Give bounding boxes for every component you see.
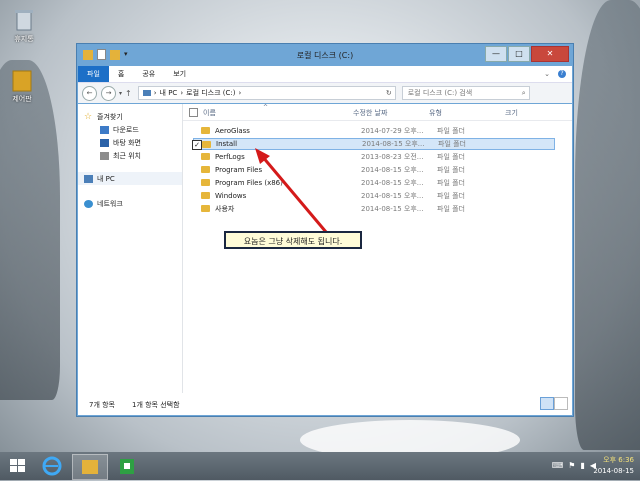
action-center-icon[interactable]: ⚑ bbox=[568, 461, 575, 470]
annotation-callout: 요놈은 그냥 삭제해도 됩니다. bbox=[224, 231, 362, 249]
keyboard-icon[interactable]: ⌨ bbox=[552, 461, 564, 470]
clock[interactable]: 오후 6:36 2014-08-15 bbox=[593, 455, 634, 477]
store-button[interactable] bbox=[110, 454, 144, 478]
network-icon[interactable]: ▮ bbox=[580, 461, 584, 470]
system-tray: ⌨ ⚑ ▮ ◀ bbox=[552, 461, 596, 470]
clock-date: 2014-08-15 bbox=[593, 467, 634, 475]
clock-time: 오후 6:36 bbox=[603, 456, 634, 464]
start-button[interactable] bbox=[2, 454, 36, 478]
taskbar: ⌨ ⚑ ▮ ◀ 오후 6:36 2014-08-15 bbox=[0, 452, 640, 480]
file-explorer-button[interactable] bbox=[72, 454, 108, 480]
internet-explorer-button[interactable] bbox=[36, 454, 70, 478]
